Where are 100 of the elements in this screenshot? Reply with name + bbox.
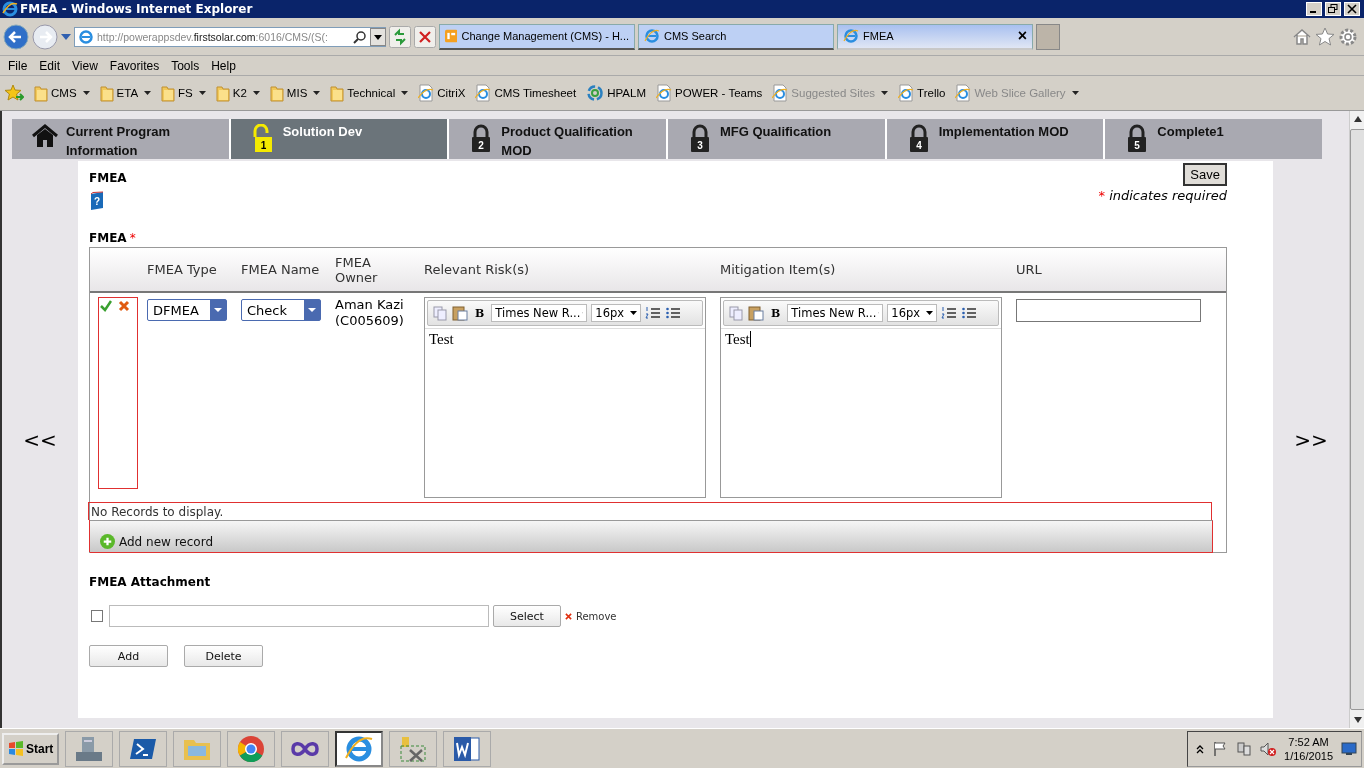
rich-text-editor[interactable]: B Times New R... 16px Test <box>720 297 1002 498</box>
grid-label: FMEA <box>89 231 127 245</box>
home-icon <box>32 124 58 148</box>
checkbox[interactable] <box>91 610 103 622</box>
bold-button[interactable]: B <box>768 306 784 320</box>
address-dropdown-button[interactable] <box>370 27 386 46</box>
menu-item[interactable]: View <box>66 58 104 73</box>
check-icon[interactable] <box>100 300 112 312</box>
column-header: Mitigation Item(s) <box>720 262 836 277</box>
vertical-scrollbar[interactable] <box>1349 111 1364 728</box>
stage-tab[interactable]: 3 MFG Qualification <box>668 119 887 159</box>
menu-item[interactable]: Edit <box>33 58 67 73</box>
favorites-link[interactable]: CMS Timesheet <box>475 84 577 102</box>
url-field[interactable] <box>1016 299 1201 322</box>
name-dropdown[interactable]: Check <box>241 299 321 321</box>
clock-time: 7:52 AM <box>1288 734 1329 749</box>
ring-icon <box>586 84 605 102</box>
stop-button[interactable] <box>414 25 436 48</box>
size-select[interactable]: 16px <box>887 304 938 322</box>
font-select[interactable]: Times New R... <box>491 304 588 322</box>
column-header: URL <box>1016 262 1042 277</box>
search-icon[interactable] <box>353 29 367 44</box>
taskbar-app[interactable] <box>335 730 384 767</box>
favorites-link[interactable]: HPALM <box>586 84 646 102</box>
required-asterisk: * <box>129 231 136 245</box>
type-dropdown[interactable]: DFMEA <box>147 299 227 321</box>
close-button[interactable] <box>1344 2 1360 16</box>
rich-text-editor[interactable]: B Times New R... 16px Test <box>424 297 706 498</box>
favorites-link[interactable]: POWER - Teams <box>656 84 763 102</box>
stage-tab[interactable]: 4 Implementation MOD <box>886 119 1106 159</box>
column-header: FMEA Name <box>241 262 320 277</box>
bullet-list-icon[interactable] <box>961 305 978 321</box>
paste-icon[interactable] <box>748 305 764 321</box>
back-button[interactable] <box>3 23 29 50</box>
favorites-link[interactable]: MIS <box>269 84 321 102</box>
plus-icon <box>100 534 115 549</box>
forward-button[interactable] <box>32 23 58 50</box>
size-select[interactable]: 16px <box>591 304 642 322</box>
menu-item[interactable]: Tools <box>165 58 206 73</box>
ie-page-icon <box>955 84 972 102</box>
star-icon[interactable] <box>1315 26 1335 47</box>
ie-page-icon <box>644 28 660 44</box>
chrome-icon <box>236 733 267 764</box>
folder-icon <box>161 84 176 102</box>
add-record-button[interactable]: Add new record <box>100 534 213 549</box>
minimize-button[interactable] <box>1306 2 1322 16</box>
font-select[interactable]: Times New R... <box>787 304 884 322</box>
browser-tab[interactable]: FMEA × <box>837 23 1033 50</box>
browser-tab[interactable]: CMS Search <box>638 23 834 50</box>
history-dropdown-icon[interactable] <box>61 33 71 40</box>
ie-page-icon <box>475 84 492 102</box>
next-button[interactable]: >> <box>1294 427 1328 452</box>
stage-tab[interactable]: Current Program Information <box>12 119 231 159</box>
favorites-star-icon[interactable] <box>4 84 24 102</box>
attachment-button[interactable]: Delete <box>184 645 263 667</box>
ie-page-icon <box>78 28 94 45</box>
favorites-link[interactable]: CitriX <box>418 84 466 102</box>
favorites-link[interactable]: Technical <box>330 84 409 102</box>
address-bar[interactable]: http://powerappsdev.firstsolar.com:6016/CMS/(S(: <box>74 26 386 47</box>
bold-button[interactable]: B <box>472 306 488 320</box>
delete-x-icon[interactable] <box>118 300 130 312</box>
paste-icon[interactable] <box>452 305 468 321</box>
show-desktop-icon[interactable] <box>1341 741 1357 756</box>
menu-item[interactable]: Favorites <box>103 58 166 73</box>
favorites-link[interactable]: ETA <box>99 84 152 102</box>
taskbar-app[interactable] <box>281 730 330 767</box>
previous-button[interactable]: << <box>23 427 57 452</box>
menu-item[interactable]: Help <box>205 58 242 73</box>
taskbar-app[interactable] <box>443 730 492 767</box>
close-tab-button[interactable]: × <box>1017 27 1027 45</box>
settings-icon[interactable] <box>1338 26 1358 47</box>
numbered-list-icon[interactable] <box>645 305 662 321</box>
start-button[interactable]: Start <box>2 732 60 765</box>
remove-x-icon[interactable] <box>564 612 572 620</box>
file-field[interactable] <box>109 605 489 627</box>
stage-tab[interactable]: 5 Complete1 <box>1105 119 1323 159</box>
menu-item[interactable]: File <box>2 58 34 73</box>
restore-button[interactable] <box>1325 2 1341 16</box>
favorites-link[interactable]: K2 <box>215 84 260 102</box>
folder-icon <box>215 84 230 102</box>
select-button[interactable]: Select <box>493 605 561 627</box>
network-icon[interactable] <box>1236 740 1253 757</box>
attachment-button[interactable]: Add <box>89 645 168 667</box>
favorites-link[interactable]: FS <box>161 84 206 102</box>
save-button[interactable]: Save <box>1183 163 1227 186</box>
stage-tab[interactable]: 1 Solution Dev <box>230 119 450 159</box>
home-icon[interactable] <box>1292 26 1312 47</box>
favorites-link[interactable]: CMS <box>34 84 90 102</box>
new-tab-button[interactable] <box>1036 23 1060 50</box>
speaker-muted-icon[interactable] <box>1260 740 1277 757</box>
stage-tab[interactable]: 2 Product Qualification MOD <box>449 119 668 159</box>
remove-link[interactable]: Remove <box>575 610 617 622</box>
show-hidden-icons-icon[interactable] <box>1196 743 1205 754</box>
browser-tab[interactable]: Change Management (CMS) - H... <box>439 23 635 50</box>
favorites-link[interactable]: Trello <box>898 84 946 102</box>
bullet-list-icon[interactable] <box>665 305 682 321</box>
column-header: FMEA Owner <box>335 254 379 285</box>
numbered-list-icon[interactable] <box>941 305 958 321</box>
flag-icon[interactable] <box>1212 740 1229 757</box>
editor-text: Test <box>429 331 454 347</box>
